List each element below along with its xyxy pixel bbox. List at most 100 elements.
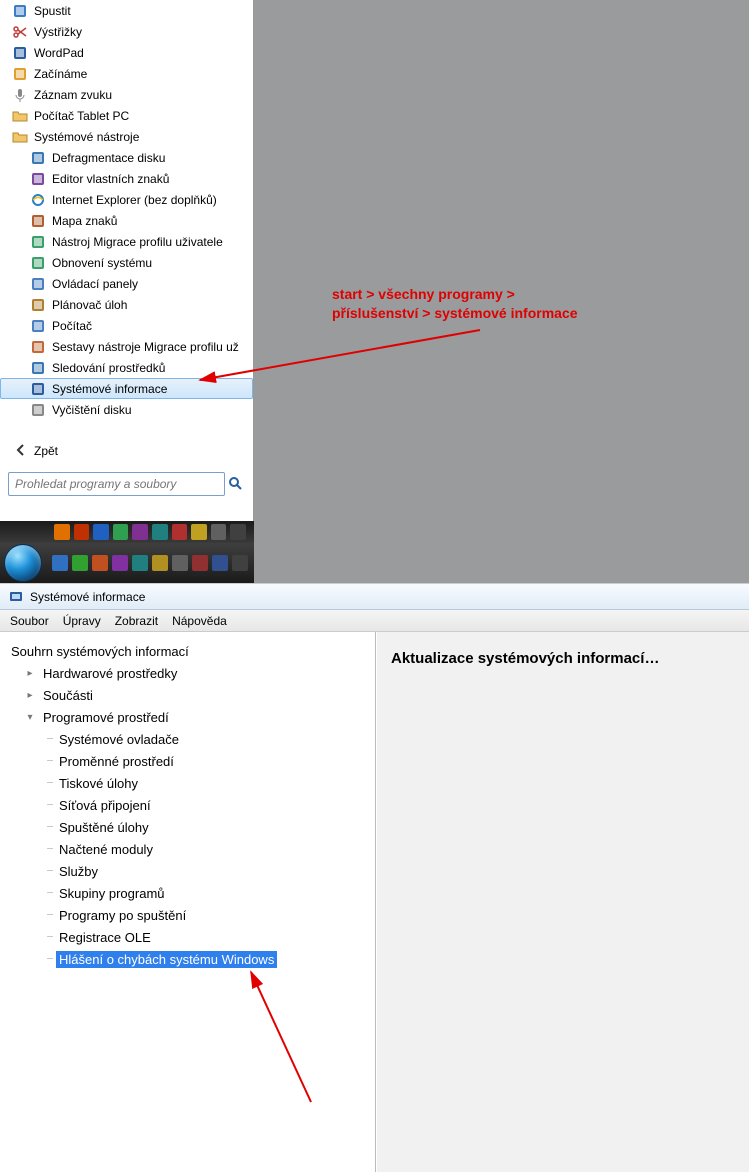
tree-node-env-child[interactable]: ┄Načtené moduly [6, 838, 369, 860]
tray-app-icon[interactable] [172, 524, 188, 540]
tree-node-env-child[interactable]: ┄Registrace OLE [6, 926, 369, 948]
start-menu-item[interactable]: Počítač [0, 315, 253, 336]
start-menu-item-label: Sestavy nástroje Migrace profilu už [52, 340, 239, 354]
tree-node-env-child[interactable]: ┄Spuštěné úlohy [6, 816, 369, 838]
wordpad-icon [12, 45, 28, 61]
tray-app-icon[interactable] [211, 524, 227, 540]
taskbar-app-icon[interactable] [212, 555, 228, 571]
app-run-icon [12, 3, 28, 19]
tree-node-label: Síťová připojení [56, 797, 154, 814]
start-button[interactable] [4, 544, 42, 582]
tree-node-label: Součásti [40, 687, 96, 704]
start-menu-item-label: Systémové nástroje [34, 130, 139, 144]
start-menu-item[interactable]: Počítač Tablet PC [0, 105, 253, 126]
search-input[interactable] [8, 472, 225, 496]
tree-node-hardware[interactable]: ▸Hardwarové prostředky [6, 662, 369, 684]
sysinfo-app-icon [8, 589, 24, 605]
start-menu-item[interactable]: Obnovení systému [0, 252, 253, 273]
start-menu-item-label: Systémové informace [52, 382, 167, 396]
start-menu-item-label: Plánovač úloh [52, 298, 127, 312]
taskbar-app-icon[interactable] [72, 555, 88, 571]
taskbar-app-icon[interactable] [52, 555, 68, 571]
taskbar-pinned-icons [52, 555, 248, 571]
taskbar-area [0, 521, 254, 583]
start-menu-item[interactable]: Záznam zvuku [0, 84, 253, 105]
tree-node-env-child[interactable]: ┄Programy po spuštění [6, 904, 369, 926]
expand-icon[interactable]: ▸ [24, 689, 36, 701]
tree-node-env-child[interactable]: ┄Skupiny programů [6, 882, 369, 904]
menu-file[interactable]: Soubor [10, 614, 49, 628]
start-menu-item[interactable]: Začínáme [0, 63, 253, 84]
tree-node-label: Načtené moduly [56, 841, 156, 858]
category-tree: Souhrn systémových informací▸Hardwarové … [6, 640, 369, 970]
tree-node-env-child[interactable]: ┄Proměnné prostředí [6, 750, 369, 772]
tree-node-env-child[interactable]: ┄Síťová připojení [6, 794, 369, 816]
system-tray [0, 521, 254, 543]
tree-node-label: Systémové ovladače [56, 731, 182, 748]
tray-app-icon[interactable] [54, 524, 70, 540]
menu-view[interactable]: Zobrazit [115, 614, 158, 628]
taskbar-app-icon[interactable] [152, 555, 168, 571]
tree-node-components[interactable]: ▸ Součásti [6, 684, 369, 706]
taskbar-app-icon[interactable] [172, 555, 188, 571]
start-menu-item[interactable]: Sledování prostředků [0, 357, 253, 378]
taskbar-app-icon[interactable] [132, 555, 148, 571]
start-menu-item[interactable]: Spustit [0, 0, 253, 21]
start-menu-item[interactable]: Nástroj Migrace profilu uživatele [0, 231, 253, 252]
start-menu-item[interactable]: Sestavy nástroje Migrace profilu už [0, 336, 253, 357]
tree-pane: Souhrn systémových informací▸Hardwarové … [0, 632, 376, 1172]
tray-app-icon[interactable] [152, 524, 168, 540]
taskbar-app-icon[interactable] [92, 555, 108, 571]
tree-node-software-env[interactable]: ▾ Programové prostředí [6, 706, 369, 728]
tree-root[interactable]: Souhrn systémových informací [6, 640, 369, 662]
tray-app-icon[interactable] [191, 524, 207, 540]
mic-icon [12, 87, 28, 103]
start-menu-item[interactable]: Vyčištění disku [0, 399, 253, 420]
tree-connector-icon: ┄ [46, 932, 54, 943]
start-menu-item[interactable]: Defragmentace disku [0, 147, 253, 168]
tree-node-env-child[interactable]: ┄Systémové ovladače [6, 728, 369, 750]
tree-connector-icon: ┄ [46, 822, 54, 833]
tree-node-env-child[interactable]: ┄Tiskové úlohy [6, 772, 369, 794]
tray-app-icon[interactable] [74, 524, 90, 540]
start-menu-item[interactable]: Plánovač úloh [0, 294, 253, 315]
tree-node-label: Proměnné prostředí [56, 753, 177, 770]
tree-node-label: Tiskové úlohy [56, 775, 141, 792]
taskbar-app-icon[interactable] [112, 555, 128, 571]
tray-app-icon[interactable] [132, 524, 148, 540]
start-menu-item-label: Ovládací panely [52, 277, 138, 291]
start-menu-back-button[interactable]: Zpět [0, 438, 253, 464]
start-menu-item[interactable]: Systémové informace [0, 378, 253, 399]
taskbar-app-icon[interactable] [192, 555, 208, 571]
sysinfo-icon [30, 381, 46, 397]
tree-node-env-child[interactable]: ┄Hlášení o chybách systému Windows [6, 948, 369, 970]
tree-node-label: Programové prostředí [40, 709, 172, 726]
tree-connector-icon: ┄ [46, 910, 54, 921]
start-menu-item[interactable]: Systémové nástroje [0, 126, 253, 147]
start-menu-item[interactable]: Výstřižky [0, 21, 253, 42]
start-menu-item[interactable]: Mapa znaků [0, 210, 253, 231]
start-menu-item[interactable]: Ovládací panely [0, 273, 253, 294]
start-menu-item-label: Defragmentace disku [52, 151, 165, 165]
menu-edit[interactable]: Úpravy [63, 614, 101, 628]
start-menu-item[interactable]: WordPad [0, 42, 253, 63]
control-panel-icon [30, 276, 46, 292]
tray-app-icon[interactable] [230, 524, 246, 540]
collapse-icon[interactable]: ▾ [24, 711, 36, 723]
menu-help[interactable]: Nápověda [172, 614, 227, 628]
start-menu-item[interactable]: Internet Explorer (bez doplňků) [0, 189, 253, 210]
start-menu-item-label: Počítač [52, 319, 92, 333]
tray-app-icon[interactable] [93, 524, 109, 540]
start-menu-item[interactable]: Editor vlastních znaků [0, 168, 253, 189]
start-menu-item-label: Obnovení systému [52, 256, 152, 270]
tree-node-env-child[interactable]: ┄Služby [6, 860, 369, 882]
start-menu-screenshot-area: SpustitVýstřižkyWordPad Začínáme Záznam zv… [0, 0, 749, 583]
expand-icon[interactable]: ▸ [24, 667, 36, 679]
start-menu-item-label: Počítač Tablet PC [34, 109, 129, 123]
tray-app-icon[interactable] [113, 524, 129, 540]
start-menu-item-label: Začínáme [34, 67, 87, 81]
taskbar-app-icon[interactable] [232, 555, 248, 571]
annotation-line-1: start > všechny programy > [332, 285, 578, 304]
tree-connector-icon: ┄ [46, 954, 54, 965]
resmon-icon [30, 360, 46, 376]
